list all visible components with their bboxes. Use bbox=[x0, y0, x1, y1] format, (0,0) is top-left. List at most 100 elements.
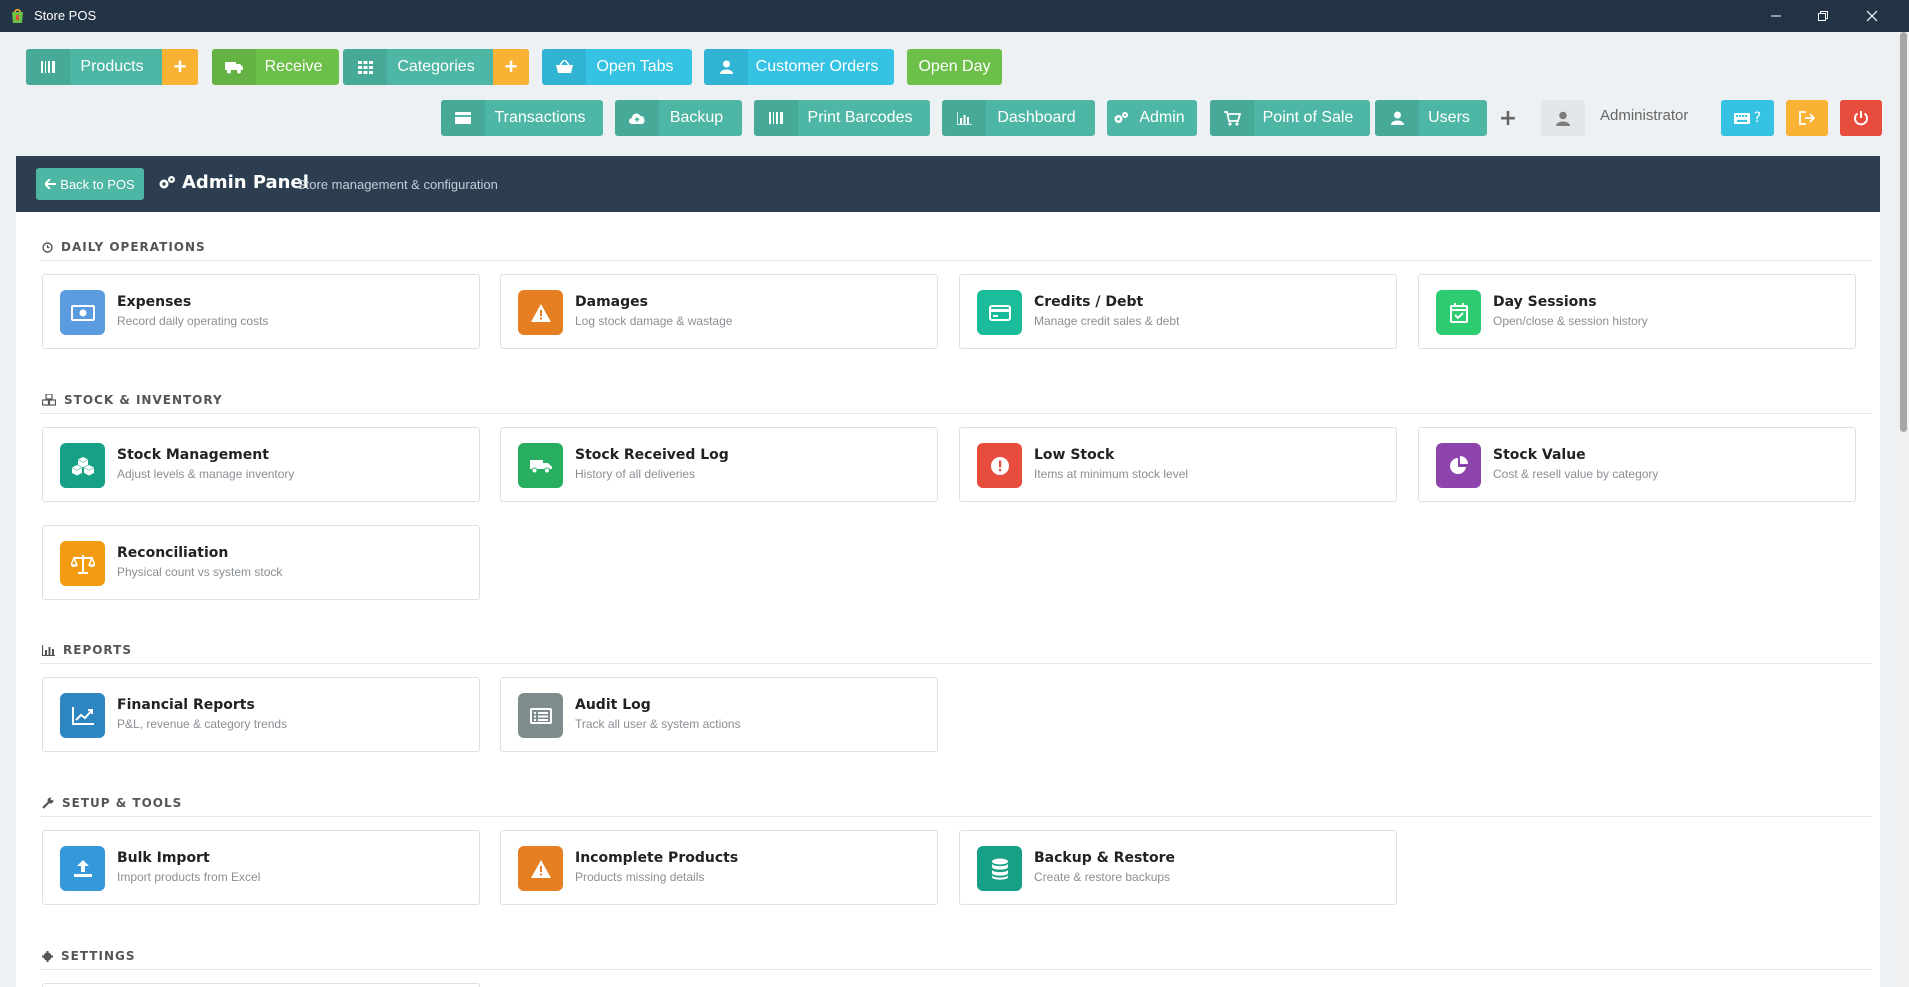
page-title: Admin Panel bbox=[158, 172, 309, 193]
add-product-button[interactable]: + bbox=[162, 49, 198, 85]
card-stock-management[interactable]: Stock Management Adjust levels & manage … bbox=[42, 427, 480, 502]
card-credits-debt[interactable]: Credits / Debt Manage credit sales & deb… bbox=[959, 274, 1397, 349]
transactions-label: Transactions bbox=[494, 109, 586, 126]
minimize-icon bbox=[1771, 15, 1781, 17]
card-backup-restore[interactable]: Backup & Restore Create & restore backup… bbox=[959, 830, 1397, 905]
card-subtitle: Import products from Excel bbox=[117, 870, 261, 884]
card-title: Incomplete Products bbox=[575, 850, 739, 866]
point-of-sale-button[interactable]: Point of Sale bbox=[1210, 100, 1370, 136]
section-divider bbox=[40, 260, 1872, 261]
section-title: REPORTS bbox=[63, 643, 132, 657]
page-title-text: Admin Panel bbox=[182, 172, 309, 193]
minimize-button[interactable] bbox=[1753, 0, 1799, 32]
calendar-check-icon bbox=[1436, 290, 1481, 335]
add-category-button[interactable]: + bbox=[493, 49, 529, 85]
transactions-button[interactable]: Transactions bbox=[441, 100, 603, 136]
card-title: Reconciliation bbox=[117, 545, 229, 561]
vertical-scrollbar[interactable] bbox=[1898, 32, 1909, 987]
user-icon bbox=[704, 49, 748, 85]
add-user-button[interactable]: + bbox=[1497, 103, 1519, 133]
barcode-icon bbox=[754, 100, 798, 136]
section-setup-tools: SETUP & TOOLS bbox=[42, 794, 182, 812]
card-subtitle: Open/close & session history bbox=[1493, 314, 1648, 328]
section-divider bbox=[40, 663, 1872, 664]
open-tabs-label: Open Tabs bbox=[596, 58, 674, 75]
card-title: Bulk Import bbox=[117, 850, 210, 866]
categories-label: Categories bbox=[397, 58, 475, 75]
truck-icon bbox=[212, 49, 256, 85]
card-subtitle: Log stock damage & wastage bbox=[575, 314, 733, 328]
close-window-button[interactable] bbox=[1849, 0, 1895, 32]
card-title: Credits / Debt bbox=[1034, 294, 1144, 310]
card-subtitle: Items at minimum stock level bbox=[1034, 467, 1189, 481]
barcode-icon bbox=[26, 49, 70, 85]
card-stock-received-log[interactable]: Stock Received Log History of all delive… bbox=[500, 427, 938, 502]
card-reconciliation[interactable]: Reconciliation Physical count vs system … bbox=[42, 525, 480, 600]
panel-header: Back to POS Admin Panel Store management… bbox=[16, 156, 1880, 212]
keyboard-help-button[interactable]: ? bbox=[1721, 100, 1774, 136]
card-subtitle: Adjust levels & manage inventory bbox=[117, 467, 295, 481]
print-barcodes-button[interactable]: Print Barcodes bbox=[754, 100, 930, 136]
card-subtitle: Physical count vs system stock bbox=[117, 565, 283, 579]
open-tabs-button[interactable]: Open Tabs bbox=[542, 49, 692, 85]
card-title: Backup & Restore bbox=[1034, 850, 1175, 866]
user-icon bbox=[1375, 100, 1419, 136]
cloud-upload-icon bbox=[615, 100, 659, 136]
card-expenses[interactable]: Expenses Record daily operating costs bbox=[42, 274, 480, 349]
cubes-icon bbox=[42, 394, 56, 406]
power-button[interactable] bbox=[1840, 100, 1882, 136]
card-subtitle: P&L, revenue & category trends bbox=[117, 717, 288, 731]
card-incomplete-products[interactable]: Incomplete Products Products missing det… bbox=[500, 830, 938, 905]
wrench-icon bbox=[42, 797, 54, 809]
card-title: Stock Value bbox=[1493, 447, 1586, 463]
gears-icon bbox=[1107, 100, 1135, 136]
admin-button[interactable]: Admin bbox=[1107, 100, 1197, 136]
admin-panel: Back to POS Admin Panel Store management… bbox=[16, 156, 1880, 987]
app-logo-icon bbox=[12, 8, 23, 23]
arrow-left-icon bbox=[45, 179, 57, 189]
customer-orders-button[interactable]: Customer Orders bbox=[704, 49, 894, 85]
card-financial-reports[interactable]: Financial Reports P&L, revenue & categor… bbox=[42, 677, 480, 752]
products-button[interactable]: Products + bbox=[26, 49, 198, 85]
line-chart-icon bbox=[60, 693, 105, 738]
card-day-sessions[interactable]: Day Sessions Open/close & session histor… bbox=[1418, 274, 1856, 349]
dashboard-button[interactable]: Dashboard bbox=[942, 100, 1095, 136]
card-bulk-import[interactable]: Bulk Import Import products from Excel bbox=[42, 830, 480, 905]
logout-button[interactable] bbox=[1786, 100, 1828, 136]
clock-icon bbox=[42, 241, 53, 253]
basket-icon bbox=[542, 49, 586, 85]
sign-out-icon bbox=[1798, 111, 1815, 125]
help-label: ? bbox=[1753, 110, 1762, 126]
cart-icon bbox=[1210, 100, 1254, 136]
card-damages[interactable]: Damages Log stock damage & wastage bbox=[500, 274, 938, 349]
back-to-pos-button[interactable]: Back to POS bbox=[36, 168, 144, 200]
card-title: Low Stock bbox=[1034, 447, 1115, 463]
card-settings-partial[interactable] bbox=[42, 983, 480, 987]
backup-button[interactable]: Backup bbox=[615, 100, 742, 136]
page-subtitle: Store management & configuration bbox=[297, 177, 498, 192]
credit-card-icon bbox=[977, 290, 1022, 335]
receive-label: Receive bbox=[264, 58, 323, 75]
card-stock-value[interactable]: Stock Value Cost & resell value by categ… bbox=[1418, 427, 1856, 502]
dashboard-label: Dashboard bbox=[997, 109, 1076, 126]
scrollbar-thumb[interactable] bbox=[1900, 32, 1907, 432]
pie-chart-icon bbox=[1436, 443, 1481, 488]
cubes-icon bbox=[60, 443, 105, 488]
card-audit-log[interactable]: Audit Log Track all user & system action… bbox=[500, 677, 938, 752]
users-button[interactable]: Users bbox=[1375, 100, 1487, 136]
card-title: Stock Received Log bbox=[575, 447, 729, 463]
open-day-label: Open Day bbox=[918, 58, 991, 75]
section-title: DAILY OPERATIONS bbox=[61, 240, 206, 254]
gear-icon bbox=[42, 950, 53, 962]
card-title: Audit Log bbox=[575, 697, 651, 713]
maximize-button[interactable] bbox=[1800, 0, 1846, 32]
users-label: Users bbox=[1428, 109, 1470, 126]
categories-button[interactable]: Categories + bbox=[343, 49, 529, 85]
receive-button[interactable]: Receive bbox=[212, 49, 339, 85]
card-subtitle: Record daily operating costs bbox=[117, 314, 269, 328]
close-icon bbox=[1866, 10, 1878, 22]
card-low-stock[interactable]: Low Stock Items at minimum stock level bbox=[959, 427, 1397, 502]
grid-icon bbox=[343, 49, 387, 85]
avatar bbox=[1541, 100, 1585, 136]
open-day-button[interactable]: Open Day bbox=[907, 49, 1002, 85]
